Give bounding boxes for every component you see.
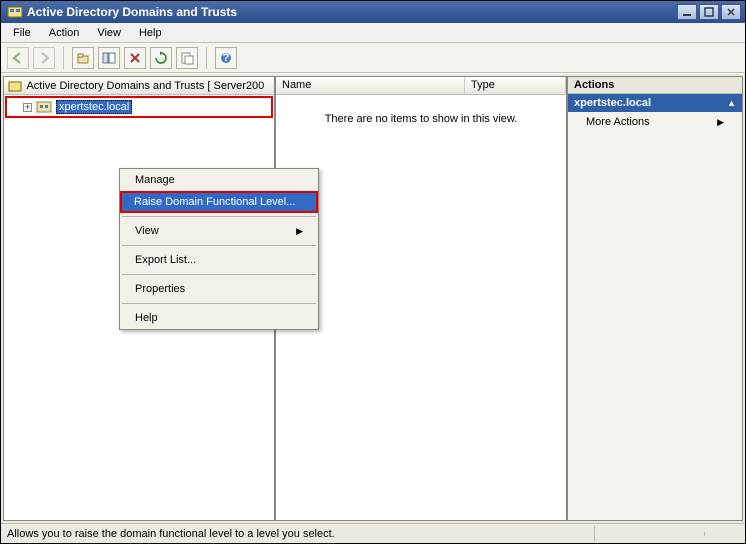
ctx-separator bbox=[122, 274, 316, 275]
highlighted-tree-node: + xpertstec.local bbox=[5, 96, 273, 118]
forward-button[interactable] bbox=[33, 47, 55, 69]
toolbar: ? bbox=[1, 43, 745, 73]
window-title: Active Directory Domains and Trusts bbox=[27, 5, 677, 19]
ctx-separator bbox=[122, 216, 316, 217]
menu-file[interactable]: File bbox=[5, 25, 39, 41]
column-name[interactable]: Name bbox=[276, 77, 465, 94]
context-menu: Manage Raise Domain Functional Level... … bbox=[119, 168, 319, 330]
actions-selected-label: xpertstec.local bbox=[574, 97, 651, 109]
window-buttons bbox=[677, 4, 741, 20]
tree-header: Active Directory Domains and Trusts [ Se… bbox=[4, 77, 274, 95]
tree-node[interactable]: + xpertstec.local bbox=[7, 98, 271, 116]
ctx-help[interactable]: Help bbox=[120, 307, 318, 329]
console-tree-root-icon bbox=[8, 79, 22, 93]
ctx-properties[interactable]: Properties bbox=[120, 278, 318, 300]
titlebar: Active Directory Domains and Trusts bbox=[1, 1, 745, 23]
menu-help[interactable]: Help bbox=[131, 25, 170, 41]
ctx-manage[interactable]: Manage bbox=[120, 169, 318, 191]
refresh-button[interactable] bbox=[150, 47, 172, 69]
help-button[interactable]: ? bbox=[215, 47, 237, 69]
chevron-right-icon: ▶ bbox=[717, 117, 724, 128]
menu-view[interactable]: View bbox=[89, 25, 129, 41]
minimize-button[interactable] bbox=[677, 4, 697, 20]
actions-more-label: More Actions bbox=[586, 116, 650, 128]
column-type[interactable]: Type bbox=[465, 77, 566, 94]
ctx-raise-domain-functional-level[interactable]: Raise Domain Functional Level... bbox=[120, 191, 318, 213]
close-button[interactable] bbox=[721, 4, 741, 20]
statusbar: Allows you to raise the domain functiona… bbox=[1, 523, 745, 543]
up-button[interactable] bbox=[72, 47, 94, 69]
actions-selected-item[interactable]: xpertstec.local ▲ bbox=[568, 94, 742, 112]
maximize-button[interactable] bbox=[699, 4, 719, 20]
ctx-export-list[interactable]: Export List... bbox=[120, 249, 318, 271]
ctx-separator bbox=[122, 245, 316, 246]
chevron-right-icon: ▶ bbox=[296, 226, 303, 237]
actions-header: Actions bbox=[568, 77, 742, 94]
delete-button[interactable] bbox=[124, 47, 146, 69]
back-button[interactable] bbox=[7, 47, 29, 69]
tree-root-label: Active Directory Domains and Trusts [ Se… bbox=[26, 80, 264, 92]
show-hide-tree-button[interactable] bbox=[98, 47, 120, 69]
status-grip bbox=[705, 532, 745, 536]
ctx-separator bbox=[122, 303, 316, 304]
tree-node-label: xpertstec.local bbox=[56, 100, 132, 114]
actions-panel: Actions xpertstec.local ▲ More Actions ▶ bbox=[567, 76, 743, 521]
status-text: Allows you to raise the domain functiona… bbox=[1, 526, 595, 542]
svg-text:?: ? bbox=[223, 52, 230, 64]
empty-list-text: There are no items to show in this view. bbox=[276, 95, 566, 143]
toolbar-separator bbox=[63, 47, 64, 69]
app-window: Active Directory Domains and Trusts File… bbox=[0, 0, 746, 544]
list-header: Name Type bbox=[276, 77, 566, 95]
export-button[interactable] bbox=[176, 47, 198, 69]
status-pane bbox=[595, 532, 705, 536]
domain-icon bbox=[36, 99, 52, 115]
app-icon bbox=[7, 4, 23, 20]
menubar: File Action View Help bbox=[1, 23, 745, 43]
collapse-icon: ▲ bbox=[727, 98, 736, 108]
toolbar-separator bbox=[206, 47, 207, 69]
work-area: Active Directory Domains and Trusts [ Se… bbox=[1, 73, 745, 523]
actions-more[interactable]: More Actions ▶ bbox=[568, 112, 742, 132]
ctx-view[interactable]: View▶ bbox=[120, 220, 318, 242]
expand-icon[interactable]: + bbox=[23, 103, 32, 112]
menu-action[interactable]: Action bbox=[41, 25, 88, 41]
